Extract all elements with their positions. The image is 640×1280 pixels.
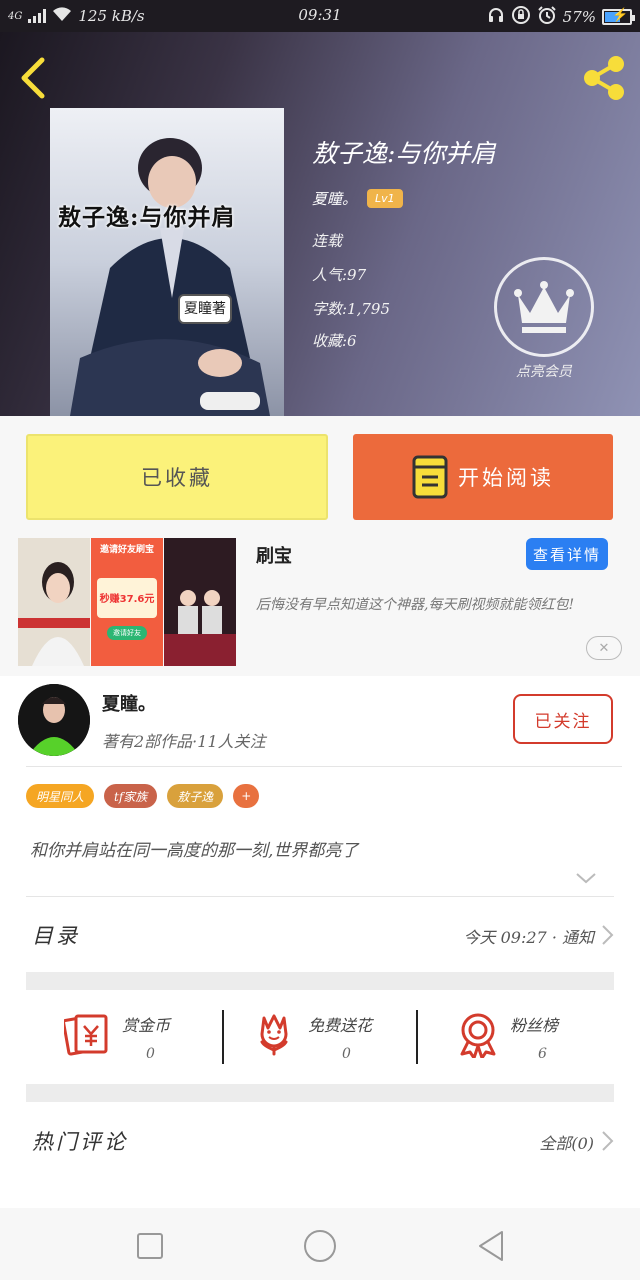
chevron-right-icon [602, 1131, 614, 1151]
cover-figure-image [50, 108, 284, 416]
hot-comments-label: 热门评论 [32, 1130, 128, 1154]
ad-image-2-caption: 邀请好友刷宝 [99, 545, 154, 555]
stat-fans-label: 粉丝榜 [510, 1016, 559, 1035]
tag-0[interactable]: 明星同人 [26, 784, 95, 808]
author-name[interactable]: 夏瞳。 [102, 690, 156, 716]
start-reading-label: 开始阅读 [458, 466, 554, 490]
level-badge: Lv1 [367, 189, 403, 208]
stat-fans-value: 6 [538, 1046, 547, 1062]
close-icon: ✕ [598, 640, 610, 656]
share-icon [584, 56, 624, 100]
favorited-button[interactable]: 已收藏 [26, 434, 328, 520]
alarm-icon [537, 5, 557, 29]
book-word-count: 字数:1,795 [312, 300, 390, 318]
circle-icon [304, 1230, 336, 1262]
square-icon [137, 1233, 163, 1259]
section-separator [26, 972, 614, 990]
recent-apps-button[interactable] [130, 1226, 170, 1266]
status-bar: 4G 125 kB/s 09:31 57% ⚡ [0, 0, 640, 32]
ad-image-2-button: 邀请好友 [107, 626, 147, 640]
stat-fans[interactable]: 粉丝榜 6 [418, 990, 614, 1082]
ad-close-button[interactable]: ✕ [586, 636, 622, 660]
vip-label: 点亮会员 [516, 364, 572, 380]
favorited-label: 已收藏 [141, 466, 213, 490]
back-nav-button[interactable] [472, 1226, 512, 1266]
ad-description: 后悔没有早点知道这个神器,每天刷视频就能领红包! [256, 597, 575, 613]
cover-author-tag: 夏瞳著 [178, 294, 232, 324]
book-description: 和你并肩站在同一高度的那一刻,世界都亮了 [30, 841, 359, 861]
home-button[interactable] [300, 1226, 340, 1266]
add-tag-button[interactable]: + [233, 784, 260, 808]
vip-badge [494, 257, 594, 357]
stats-row: 赏金币 0 免费送花 0 粉丝榜 6 [26, 990, 614, 1082]
share-button[interactable] [578, 52, 630, 104]
lock-rotation-icon [511, 5, 531, 29]
status-right: 57% ⚡ [487, 5, 635, 29]
author-card: 夏瞳。 著有2部作品·11人关注 已关注 [0, 676, 640, 768]
back-button[interactable] [16, 54, 52, 102]
stat-flower-label: 免费送花 [308, 1016, 373, 1035]
expand-button[interactable] [574, 868, 598, 888]
table-of-contents-row[interactable]: 目录 今天 09:27 · 通知 [26, 898, 614, 972]
book-author[interactable]: 夏瞳。 [312, 188, 357, 209]
book-icon [412, 455, 448, 499]
flower-icon [260, 1014, 288, 1056]
medal-icon [460, 1013, 496, 1058]
stat-flower[interactable]: 免费送花 0 [224, 990, 420, 1082]
triangle-back-icon [479, 1231, 503, 1261]
divider [26, 896, 614, 897]
cover-title: 敖子逸:与你并肩 [58, 204, 236, 231]
chevron-right-icon [602, 925, 614, 945]
chevron-left-icon [21, 57, 45, 99]
start-reading-button[interactable]: 开始阅读 [353, 434, 613, 520]
ad-image-1 [18, 538, 90, 666]
toc-update: 今天 09:27 · 通知 [463, 928, 594, 947]
book-title: 敖子逸:与你并肩 [312, 139, 496, 168]
hot-comments-row[interactable]: 热门评论 全部(0) [26, 1104, 614, 1178]
all-comments-link: 全部(0) [539, 1134, 594, 1153]
ad-image-2-amount: 秒赚37.6元 [99, 594, 155, 605]
book-favorites: 收藏:6 [312, 332, 357, 350]
battery-percent: 57% [562, 8, 596, 26]
toc-label: 目录 [32, 924, 80, 948]
avatar[interactable] [18, 684, 90, 756]
follow-label: 已关注 [534, 711, 592, 732]
chevron-down-icon [576, 873, 596, 884]
book-popularity: 人气:97 [312, 266, 367, 284]
tag-list: 明星同人 tf家族 敖子逸 + [26, 784, 260, 808]
headphone-icon [487, 6, 505, 28]
tag-1[interactable]: tf家族 [104, 784, 158, 808]
reward-envelope-icon [64, 1014, 108, 1056]
crown-icon [514, 281, 574, 333]
stat-reward[interactable]: 赏金币 0 [26, 990, 222, 1082]
system-nav-bar [0, 1208, 640, 1280]
stat-reward-value: 0 [146, 1046, 155, 1062]
follow-button[interactable]: 已关注 [513, 694, 613, 744]
stat-flower-value: 0 [342, 1046, 351, 1062]
ad-title: 刷宝 [256, 546, 292, 567]
ad-detail-button[interactable]: 查看详情 [526, 538, 608, 570]
book-author-row: 夏瞳。 Lv1 [312, 188, 403, 209]
ad-banner[interactable]: 邀请好友刷宝 秒赚37.6元 邀请好友 刷宝 查看详情 后悔没有早点知道这个神器… [0, 530, 640, 676]
section-separator [26, 1084, 614, 1102]
ad-image-2: 邀请好友刷宝 秒赚37.6元 邀请好友 [91, 538, 163, 666]
book-status: 连载 [312, 232, 343, 250]
divider [26, 766, 622, 767]
battery-icon: ⚡ [602, 8, 635, 25]
book-header: 敖子逸:与你并肩 夏瞳著 敖子逸:与你并肩 夏瞳。 Lv1 连载 人气:97 字… [0, 32, 640, 416]
ad-image-3 [164, 538, 236, 666]
stat-reward-label: 赏金币 [122, 1016, 171, 1035]
tag-2[interactable]: 敖子逸 [167, 784, 224, 808]
book-cover[interactable]: 敖子逸:与你并肩 夏瞳著 [50, 108, 284, 416]
vip-button[interactable]: 点亮会员 [492, 257, 596, 381]
author-subtitle: 著有2部作品·11人关注 [102, 732, 266, 751]
